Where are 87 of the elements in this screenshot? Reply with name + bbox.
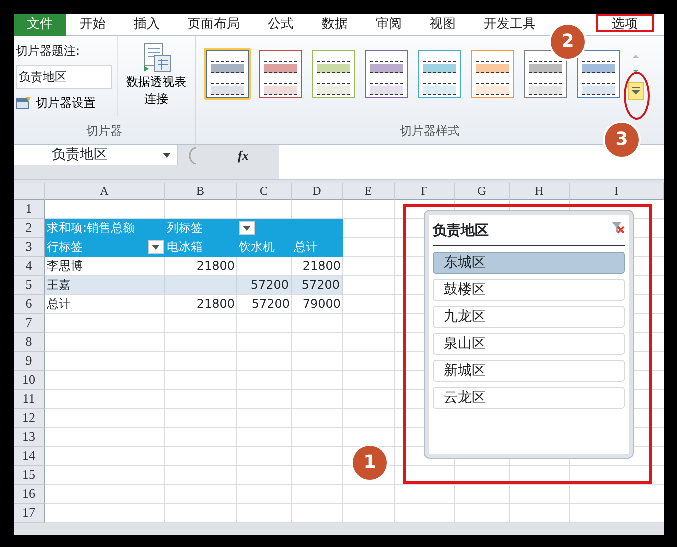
row-header[interactable]: 15 [14, 466, 45, 485]
column-header[interactable]: G [455, 183, 510, 200]
row-header[interactable]: 3 [14, 238, 45, 257]
column-header[interactable]: I [570, 183, 664, 200]
table-cell: 求和项:销售总额 [45, 219, 165, 238]
table-cell: 王嘉 [45, 276, 165, 295]
row-header[interactable]: 6 [14, 295, 45, 314]
table-cell: 57200 [292, 276, 343, 295]
more-styles-icon[interactable] [628, 82, 644, 100]
name-box[interactable]: 负责地区 [14, 145, 178, 165]
column-header[interactable]: A [45, 183, 165, 200]
table-cell: 列标签 [165, 219, 237, 238]
ribbon-tab[interactable]: 选项 [596, 14, 654, 32]
slicer-style-swatch[interactable] [575, 48, 622, 100]
slicer-style-swatch[interactable] [363, 48, 410, 100]
slicer-title: 负责地区 [433, 222, 489, 241]
column-header[interactable]: E [343, 183, 395, 200]
table-cell [165, 276, 237, 295]
slicer-item[interactable]: 新城区 [433, 360, 625, 382]
clear-filter-icon[interactable] [611, 221, 625, 234]
dropdown-icon[interactable] [163, 152, 171, 158]
table-cell: 饮水机 [237, 238, 292, 257]
table-cell: 57200 [237, 276, 292, 295]
row-header[interactable]: 9 [14, 352, 45, 371]
table-cell-text: 79000 [302, 296, 342, 313]
table-cell-text: 总计 [46, 296, 72, 313]
row-header[interactable]: 4 [14, 257, 45, 276]
slicer-style-swatch[interactable] [310, 48, 357, 100]
ribbon-tab[interactable]: 视图 [416, 14, 470, 36]
filter-dropdown-button[interactable] [148, 240, 164, 254]
row-header[interactable]: 12 [14, 409, 45, 428]
slicer-item[interactable]: 鼓楼区 [433, 279, 625, 301]
insert-function-button[interactable]: fx [238, 146, 249, 166]
slicer-item[interactable]: 九龙区 [433, 306, 625, 328]
slicer-style-swatch[interactable] [416, 48, 463, 100]
row-header[interactable]: 13 [14, 428, 45, 447]
column-header[interactable]: H [510, 183, 570, 200]
table-cell-text: 21800 [302, 258, 342, 275]
file-menu-button[interactable]: 文件 [14, 14, 66, 36]
table-cell-text: 21800 [196, 296, 236, 313]
row-header[interactable]: 16 [14, 485, 45, 504]
row-header[interactable]: 8 [14, 333, 45, 352]
highlight-ellipse [624, 72, 650, 120]
slicer-item[interactable]: 云龙区 [433, 387, 625, 409]
table-cell: 电冰箱 [165, 238, 237, 257]
step-marker: 3 [605, 123, 639, 157]
ribbon-tab[interactable]: 公式 [254, 14, 308, 36]
group-label: 切片器 [86, 124, 122, 138]
slicer-style-swatch[interactable] [204, 48, 251, 100]
slicer-item[interactable]: 东城区 [433, 252, 625, 274]
table-cell-text: 21800 [196, 258, 236, 275]
ribbon-tab[interactable]: 页面布局 [174, 14, 254, 36]
row-header[interactable]: 11 [14, 390, 45, 409]
ribbon-tab[interactable]: 插入 [120, 14, 174, 36]
slicer-style-swatch[interactable] [522, 48, 569, 100]
table-cell-text: 57200 [250, 296, 291, 313]
settings-icon [16, 96, 32, 110]
ribbon-tab[interactable]: 审阅 [362, 14, 416, 36]
dropdown-arrow-icon [152, 244, 160, 250]
row-header[interactable]: 5 [14, 276, 45, 295]
group-label: 切片器样式 [400, 124, 460, 138]
row-header[interactable]: 7 [14, 314, 45, 333]
dropdown-arrow-icon [243, 226, 251, 230]
slicer-style-swatch[interactable] [257, 48, 304, 100]
row-header[interactable]: 10 [14, 371, 45, 390]
row-header[interactable]: 17 [14, 504, 45, 523]
ribbon-tab[interactable]: 开发工具 [470, 14, 550, 36]
column-header[interactable]: D [292, 183, 343, 200]
slicer-settings-button[interactable]: 切片器设置 [16, 94, 115, 112]
table-cell: 总计 [292, 238, 343, 257]
ribbon-tab[interactable]: 数据 [308, 14, 362, 36]
column-header[interactable]: C [237, 183, 292, 200]
cell-text: 行标签 [47, 240, 83, 254]
ribbon-tab[interactable]: 开始 [66, 14, 120, 36]
column-header[interactable]: B [165, 183, 237, 200]
caption-field[interactable]: 负责地区 [16, 65, 112, 89]
column-header[interactable]: F [395, 183, 455, 200]
slicer-style-swatch[interactable] [469, 48, 516, 100]
filter-dropdown-button[interactable] [239, 221, 255, 235]
row-header[interactable]: 14 [14, 447, 45, 466]
step-marker: 2 [551, 25, 585, 59]
caption-label: 切片器题注: [16, 43, 82, 60]
slicer-item[interactable]: 泉山区 [433, 333, 625, 355]
row-header[interactable]: 1 [14, 200, 45, 219]
step-marker: 1 [353, 446, 387, 480]
table-cell-text: 李思博 [46, 258, 84, 275]
row-header[interactable]: 2 [14, 219, 45, 238]
